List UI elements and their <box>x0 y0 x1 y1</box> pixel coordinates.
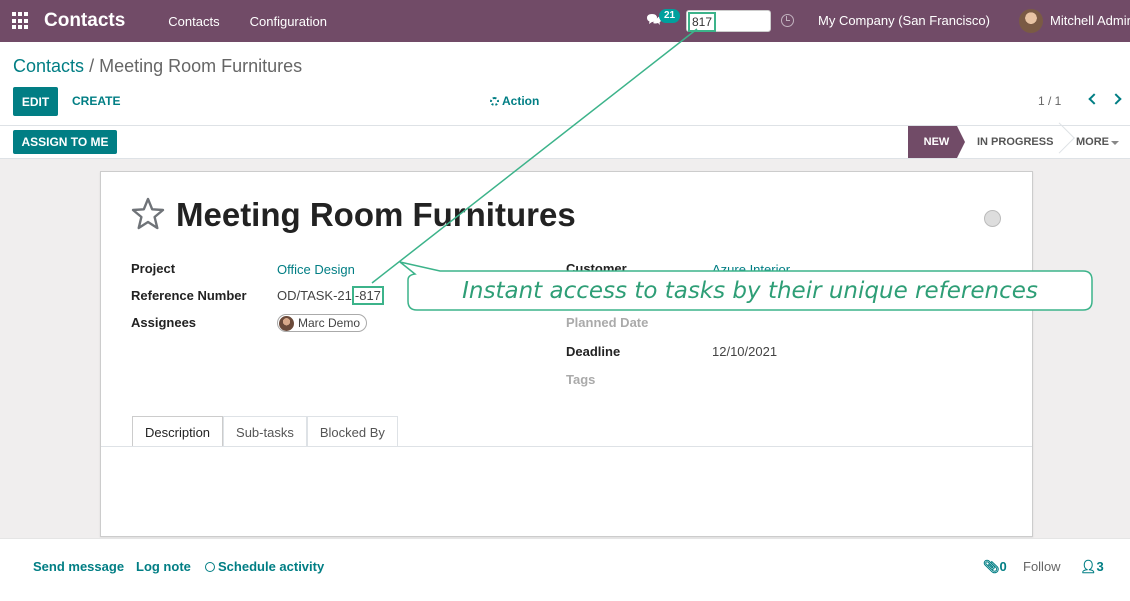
breadcrumb-parent[interactable]: Contacts <box>13 56 84 76</box>
schedule-activity-label: Schedule activity <box>218 559 325 574</box>
user-menu[interactable]: Mitchell Admin <box>1050 13 1130 28</box>
reference-number-label: Reference Number <box>131 288 247 303</box>
edit-button[interactable]: EDIT <box>13 87 58 116</box>
user-avatar[interactable] <box>1019 9 1043 33</box>
followers-button[interactable]: 👤︎3 <box>1080 559 1104 575</box>
company-switcher[interactable]: My Company (San Francisco) <box>818 13 990 28</box>
attachments-count: 0 <box>999 559 1007 574</box>
reference-number-value: OD/TASK-21 -817 <box>277 286 384 305</box>
gear-icon <box>490 96 499 106</box>
customer-value[interactable]: Azure Interior <box>712 262 790 277</box>
apps-menu-icon[interactable] <box>12 12 30 30</box>
tab-description[interactable]: Description <box>132 416 224 447</box>
assignee-name: Marc Demo <box>298 316 361 330</box>
breadcrumb-separator: / <box>89 56 95 76</box>
schedule-activity-button[interactable]: Schedule activity <box>205 559 324 574</box>
followers-count: 3 <box>1096 559 1104 574</box>
attachments-button[interactable]: 📎︎0 <box>983 559 1007 575</box>
notebook-tabs: Description Sub-tasks Blocked By <box>132 416 398 447</box>
tags-label: Tags <box>566 372 596 387</box>
kanban-state-icon[interactable] <box>984 210 1001 227</box>
tab-sub-tasks[interactable]: Sub-tasks <box>223 416 307 447</box>
planned-date-label: Planned Date <box>566 315 649 330</box>
customer-label: Customer <box>566 261 627 276</box>
star-icon[interactable] <box>131 197 165 231</box>
menu-configuration[interactable]: Configuration <box>250 14 327 29</box>
search-value[interactable]: 817 <box>688 12 717 32</box>
breadcrumb: Contacts / Meeting Room Furnitures <box>13 56 302 77</box>
chatter-divider <box>0 538 1130 539</box>
tabs-divider <box>101 446 1032 447</box>
paperclip-icon: 📎︎ <box>983 559 1000 574</box>
user-icon: 👤︎ <box>1080 559 1097 574</box>
assignees-label: Assignees <box>131 315 197 330</box>
menu-contacts[interactable]: Contacts <box>168 14 219 29</box>
reference-prefix: OD/TASK-21 <box>277 288 352 303</box>
assign-to-me-button[interactable]: ASSIGN TO ME <box>13 130 117 154</box>
stage-in-progress[interactable]: IN PROGRESS <box>977 136 1053 148</box>
create-button[interactable]: CREATE <box>72 94 120 108</box>
pager-previous-icon[interactable] <box>1088 93 1100 105</box>
reference-suffix-highlight: -817 <box>351 286 384 305</box>
activities-clock-icon[interactable] <box>781 14 794 27</box>
breadcrumb-current: Meeting Room Furnitures <box>99 56 303 76</box>
deadline-label: Deadline <box>566 344 621 359</box>
project-value[interactable]: Office Design <box>277 262 355 277</box>
assignee-tag[interactable]: Marc Demo <box>277 314 368 332</box>
send-message-button[interactable]: Send message <box>33 559 124 574</box>
caret-down-icon <box>1111 141 1119 145</box>
project-label: Project <box>131 261 176 276</box>
deadline-value[interactable]: 12/10/2021 <box>712 344 777 359</box>
clock-icon <box>205 562 215 572</box>
stage-more-dropdown[interactable]: MORE <box>1076 136 1109 148</box>
log-note-button[interactable]: Log note <box>136 559 191 574</box>
quick-search-input[interactable]: 817 <box>686 10 771 32</box>
action-menu-button[interactable]: Action <box>490 94 539 108</box>
action-label: Action <box>502 94 540 108</box>
follow-button[interactable]: Follow <box>1023 559 1061 574</box>
tab-blocked-by[interactable]: Blocked By <box>306 416 398 447</box>
task-title[interactable]: Meeting Room Furnitures <box>176 196 576 234</box>
pager-next-icon[interactable] <box>1110 93 1122 105</box>
avatar <box>279 315 294 331</box>
messages-count-badge: 21 <box>659 9 681 23</box>
stage-new[interactable]: NEW <box>908 126 965 158</box>
app-title[interactable]: Contacts <box>44 10 125 32</box>
pager-value[interactable]: 1 / 1 <box>1038 94 1061 108</box>
